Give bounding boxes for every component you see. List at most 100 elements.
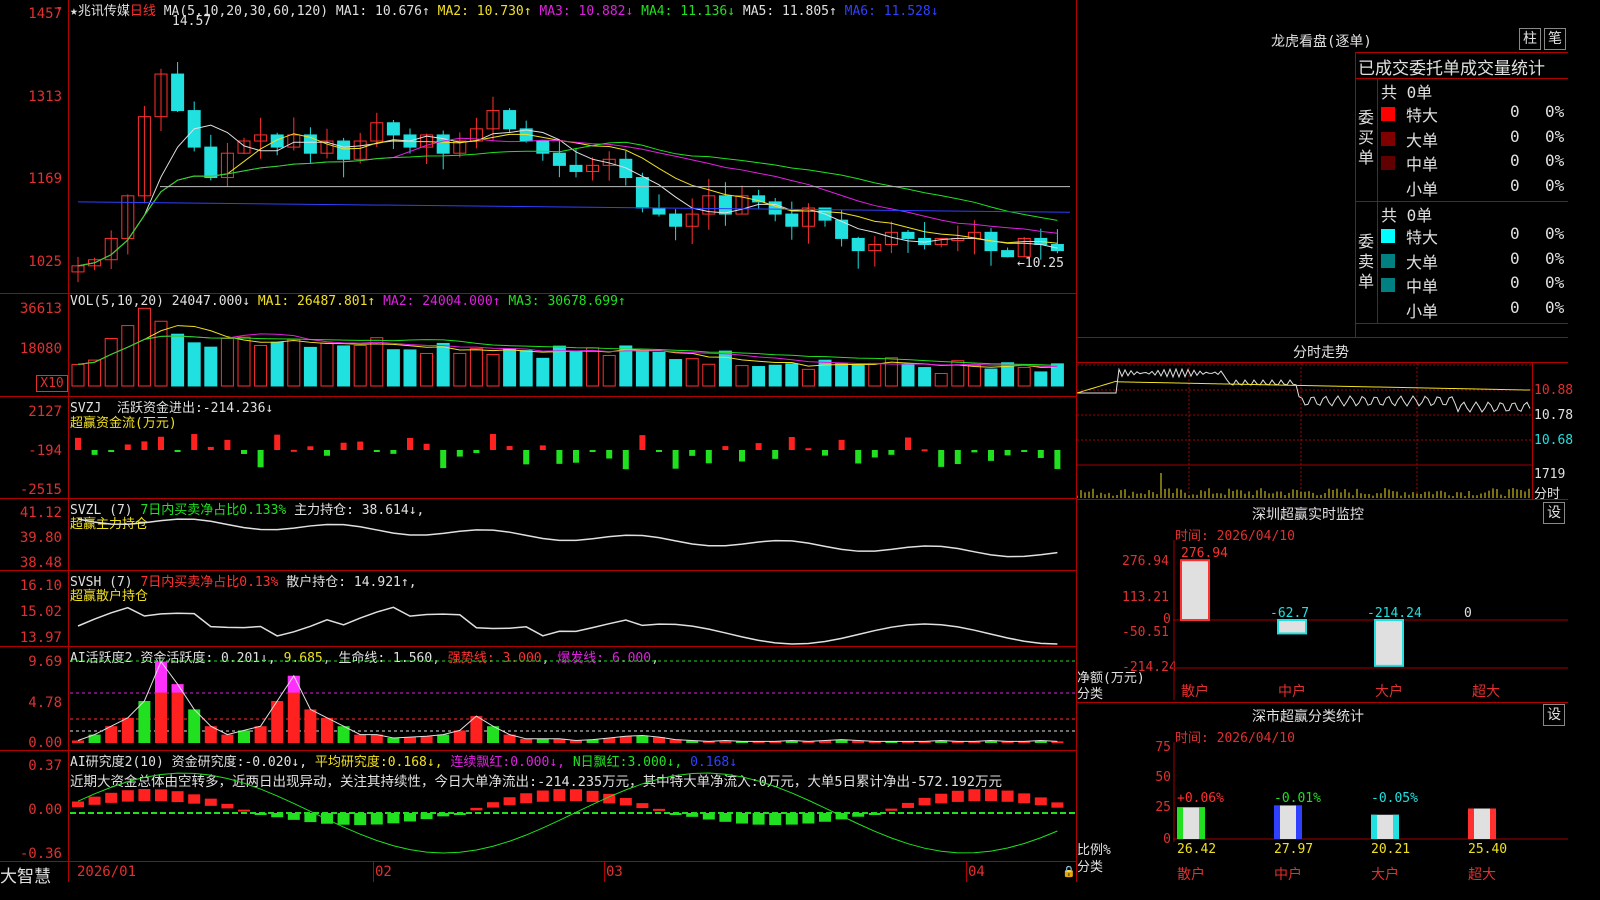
ai2-axis-label: 0.00 — [28, 802, 62, 818]
research-bar — [885, 808, 898, 811]
order-cell: 中单 — [1406, 155, 1439, 174]
research-bar — [155, 789, 167, 802]
volume-bar — [337, 345, 351, 387]
order-cell: 0 — [1510, 273, 1520, 292]
date-tick — [966, 861, 967, 882]
candle — [503, 110, 517, 130]
kline-axis-label: 1313 — [28, 89, 62, 105]
flow-bar — [1004, 450, 1011, 456]
candle — [652, 207, 666, 215]
research-bar — [238, 809, 250, 812]
buy-total: 共 0单 — [1381, 83, 1433, 102]
volume-bar — [818, 359, 832, 387]
monitor-bar — [1180, 559, 1210, 621]
monitor-bar — [1277, 619, 1307, 635]
flow-bar — [390, 450, 397, 454]
bar-view-button[interactable]: 柱 — [1519, 28, 1541, 50]
research-bar — [785, 813, 798, 825]
activity-bar — [536, 738, 549, 743]
order-cell: 0 — [1510, 224, 1520, 243]
flow-bar — [340, 442, 347, 450]
flow-bar — [456, 450, 463, 457]
class-value: 20.21 — [1371, 842, 1410, 857]
research-bar — [902, 802, 914, 808]
activity-chart — [70, 660, 1076, 743]
flow-bar — [506, 446, 513, 450]
candle — [337, 140, 351, 160]
flow-bar — [91, 450, 98, 455]
monitor-axis-label: 113.21 — [1122, 590, 1169, 605]
flow-bar — [324, 450, 330, 456]
activity-bar — [387, 737, 400, 743]
class-category: 中户 — [1274, 866, 1302, 882]
activity-bar — [171, 684, 184, 743]
lock-icon[interactable]: 🔒 — [1062, 865, 1076, 878]
monitor-value: -214.24 — [1367, 606, 1422, 621]
ai1-axis-label: 9.69 — [28, 654, 62, 670]
stat-title: 已成交委托单成交量统计 — [1358, 59, 1545, 79]
research-bar — [171, 791, 184, 803]
volume-bar — [586, 347, 600, 387]
research-bar — [636, 803, 649, 809]
volume-bar — [171, 333, 185, 387]
class-bar-edge — [1393, 814, 1399, 839]
volume-bar — [851, 364, 865, 387]
class-bar-edge — [1199, 807, 1205, 839]
research-bar — [453, 813, 466, 815]
candlestick-chart[interactable] — [70, 0, 1076, 293]
class-bar-edge — [1274, 805, 1280, 839]
volume-bar — [104, 338, 118, 387]
intraday-chart[interactable] — [1077, 363, 1533, 499]
monitor-x-label: 分类 — [1077, 687, 1104, 702]
flow-bar — [407, 437, 413, 450]
order-cell: 0 — [1510, 248, 1520, 268]
volume-bar — [536, 357, 550, 387]
activity-bar — [437, 734, 450, 743]
flow-bar — [722, 446, 729, 450]
class-category: 散户 — [1177, 866, 1205, 882]
volume-bar — [934, 372, 948, 387]
research-bar — [88, 796, 101, 805]
svzl-axis-label: 38.48 — [19, 555, 62, 571]
ma-line — [77, 141, 1058, 267]
order-cell: 小单 — [1406, 179, 1439, 199]
brand-logo[interactable]: 大智慧 — [0, 862, 51, 887]
class-axis-label: 25 — [1155, 800, 1171, 815]
activity-bar — [420, 736, 433, 743]
research-bar — [503, 797, 516, 806]
activity-line — [77, 660, 1058, 742]
monitor-category: 超大 — [1472, 684, 1500, 700]
svsh-axis-label: 16.10 — [19, 578, 62, 594]
activity-bar — [321, 717, 333, 743]
volume-bar — [370, 337, 384, 387]
flow-bar — [1037, 450, 1044, 458]
monitor-settings-button[interactable]: 设 — [1543, 502, 1565, 524]
monitor-value: 276.94 — [1181, 546, 1228, 561]
tick-view-button[interactable]: 笔 — [1544, 28, 1566, 50]
main-chart-area[interactable]: ★兆讯传媒日线 MA(5,10,20,30,60,120) MA1: 10.67… — [0, 0, 1076, 887]
activity-bar — [188, 709, 201, 743]
candle — [270, 134, 284, 148]
flow-bar — [805, 448, 812, 451]
svzj-axis-label: -194 — [28, 443, 62, 459]
svzj-axis-label: 2127 — [28, 404, 62, 420]
flow-bar — [988, 450, 994, 461]
vol-axis-label: 18080 — [19, 341, 62, 357]
main-holding-chart — [77, 518, 1058, 558]
volume-bar — [71, 363, 85, 387]
flow-bar — [822, 450, 828, 456]
ai2-axis-label: -0.36 — [19, 846, 62, 862]
candle — [171, 73, 185, 112]
divider — [1355, 52, 1356, 337]
flow-bar — [357, 441, 364, 450]
order-cell: 0% — [1545, 175, 1565, 195]
class-change: -0.05% — [1371, 791, 1418, 806]
volume-bar — [420, 352, 434, 387]
activity-bar — [72, 740, 84, 743]
flow-bar — [739, 450, 745, 462]
svsh-axis-label: 13.97 — [19, 630, 62, 646]
vol-unit-badge[interactable]: X10 — [36, 375, 68, 392]
class-settings-button[interactable]: 设 — [1543, 704, 1565, 726]
order-swatch — [1381, 302, 1395, 317]
research-bar — [204, 798, 217, 806]
